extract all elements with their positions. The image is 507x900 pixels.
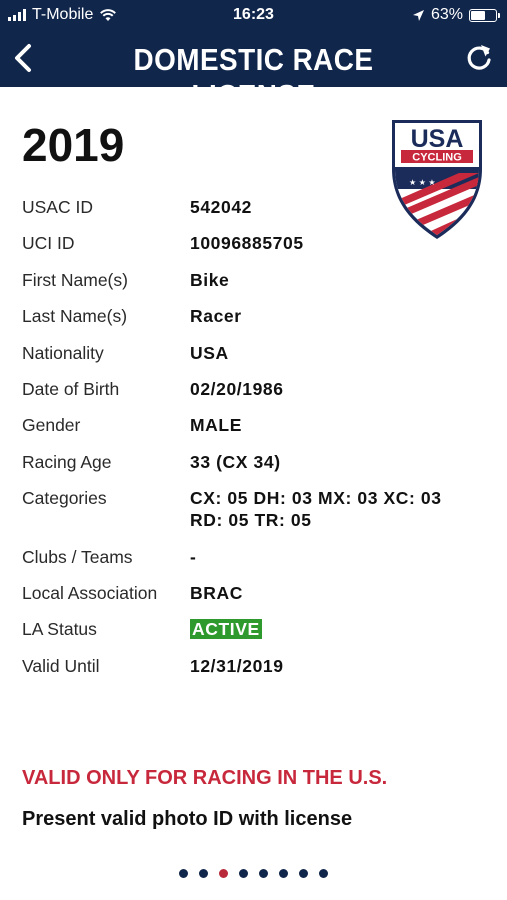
local-association-value: BRAC bbox=[190, 582, 243, 603]
page-dot[interactable] bbox=[319, 869, 328, 878]
clubs-teams-value: - bbox=[190, 546, 197, 567]
page-indicator[interactable] bbox=[0, 869, 507, 878]
nav-bar: DOMESTIC RACE LICENSE bbox=[0, 32, 507, 113]
logo-wordmark-usa: USA bbox=[411, 125, 464, 153]
location-arrow-icon bbox=[412, 9, 424, 21]
page-dot[interactable] bbox=[199, 869, 208, 878]
uci-id-value: 10096885705 bbox=[190, 233, 304, 254]
us-only-warning: VALID ONLY FOR RACING IN THE U.S. bbox=[22, 767, 388, 789]
page-dot[interactable] bbox=[239, 869, 248, 878]
logo-wordmark-cycling: CYCLING bbox=[412, 152, 462, 164]
last-name-label: Last Name(s) bbox=[22, 306, 128, 327]
chevron-left-icon[interactable] bbox=[6, 40, 42, 76]
row-nationality: Nationality USA bbox=[22, 342, 492, 364]
date-of-birth-label: Date of Birth bbox=[22, 378, 120, 399]
racing-age-value: 33 (CX 34) bbox=[190, 451, 281, 472]
row-gender: Gender MALE bbox=[22, 414, 492, 436]
racing-age-label: Racing Age bbox=[22, 451, 112, 472]
row-uci-id: UCI ID 10096885705 bbox=[22, 232, 492, 254]
usac-id-value: 542042 bbox=[190, 197, 252, 217]
page-dot[interactable] bbox=[279, 869, 288, 878]
photo-id-note: Present valid photo ID with license bbox=[22, 808, 353, 830]
row-last-name: Last Name(s) Racer bbox=[22, 305, 492, 327]
row-racing-age: Racing Age 33 (CX 34) bbox=[22, 451, 492, 473]
row-valid-until: Valid Until 12/31/2019 bbox=[22, 655, 492, 677]
row-la-status: LA Status ACTIVE bbox=[22, 618, 492, 640]
categories-value: CX: 05 DH: 03 MX: 03 XC: 03 RD: 05 TR: 0… bbox=[190, 487, 492, 531]
gender-value: MALE bbox=[190, 415, 242, 436]
date-of-birth-value: 02/20/1986 bbox=[190, 378, 284, 399]
row-usac-id: USAC ID 542042 bbox=[22, 196, 492, 218]
categories-line-2: RD: 05 TR: 05 bbox=[190, 510, 312, 531]
page-dot[interactable] bbox=[299, 869, 308, 878]
nationality-label: Nationality bbox=[22, 342, 104, 363]
license-details: USAC ID 542042 UCI ID 10096885705 First … bbox=[22, 196, 492, 691]
first-name-value: Bike bbox=[190, 269, 230, 290]
row-date-of-birth: Date of Birth 02/20/1986 bbox=[22, 378, 492, 400]
status-bar: T-Mobile 16:23 63% bbox=[0, 0, 507, 32]
la-status-label: LA Status bbox=[22, 619, 97, 640]
license-year: 2019 bbox=[22, 119, 125, 171]
row-clubs-teams: Clubs / Teams - bbox=[22, 546, 492, 568]
page-dot[interactable] bbox=[179, 869, 188, 878]
first-name-label: First Name(s) bbox=[22, 269, 128, 290]
usac-id-label: USAC ID bbox=[22, 197, 93, 217]
page-title: DOMESTIC RACE LICENSE bbox=[133, 42, 374, 113]
uci-id-label: UCI ID bbox=[22, 233, 75, 254]
status-badge: ACTIVE bbox=[190, 619, 262, 640]
refresh-icon[interactable] bbox=[461, 40, 497, 76]
row-categories: Categories CX: 05 DH: 03 MX: 03 XC: 03 R… bbox=[22, 487, 492, 531]
battery-fill bbox=[471, 10, 485, 20]
row-first-name: First Name(s) Bike bbox=[22, 269, 492, 291]
page-dot[interactable] bbox=[259, 869, 268, 878]
categories-line-1: CX: 05 DH: 03 MX: 03 XC: 03 bbox=[190, 488, 442, 509]
categories-label: Categories bbox=[22, 488, 107, 509]
svg-text:★ ★ ★: ★ ★ ★ bbox=[409, 178, 436, 187]
nationality-value: USA bbox=[190, 342, 229, 363]
battery-icon bbox=[469, 8, 500, 22]
local-association-label: Local Association bbox=[22, 582, 158, 603]
page-dot[interactable] bbox=[219, 869, 228, 878]
battery-percent: 63% bbox=[430, 6, 463, 23]
clubs-teams-label: Clubs / Teams bbox=[22, 546, 133, 567]
top-bar: T-Mobile 16:23 63% DOMESTIC RACE LICENSE bbox=[0, 0, 507, 113]
last-name-value: Racer bbox=[190, 306, 242, 327]
row-local-association: Local Association BRAC bbox=[22, 582, 492, 604]
valid-until-value: 12/31/2019 bbox=[190, 655, 284, 676]
gender-label: Gender bbox=[22, 415, 81, 436]
valid-until-label: Valid Until bbox=[22, 655, 100, 676]
